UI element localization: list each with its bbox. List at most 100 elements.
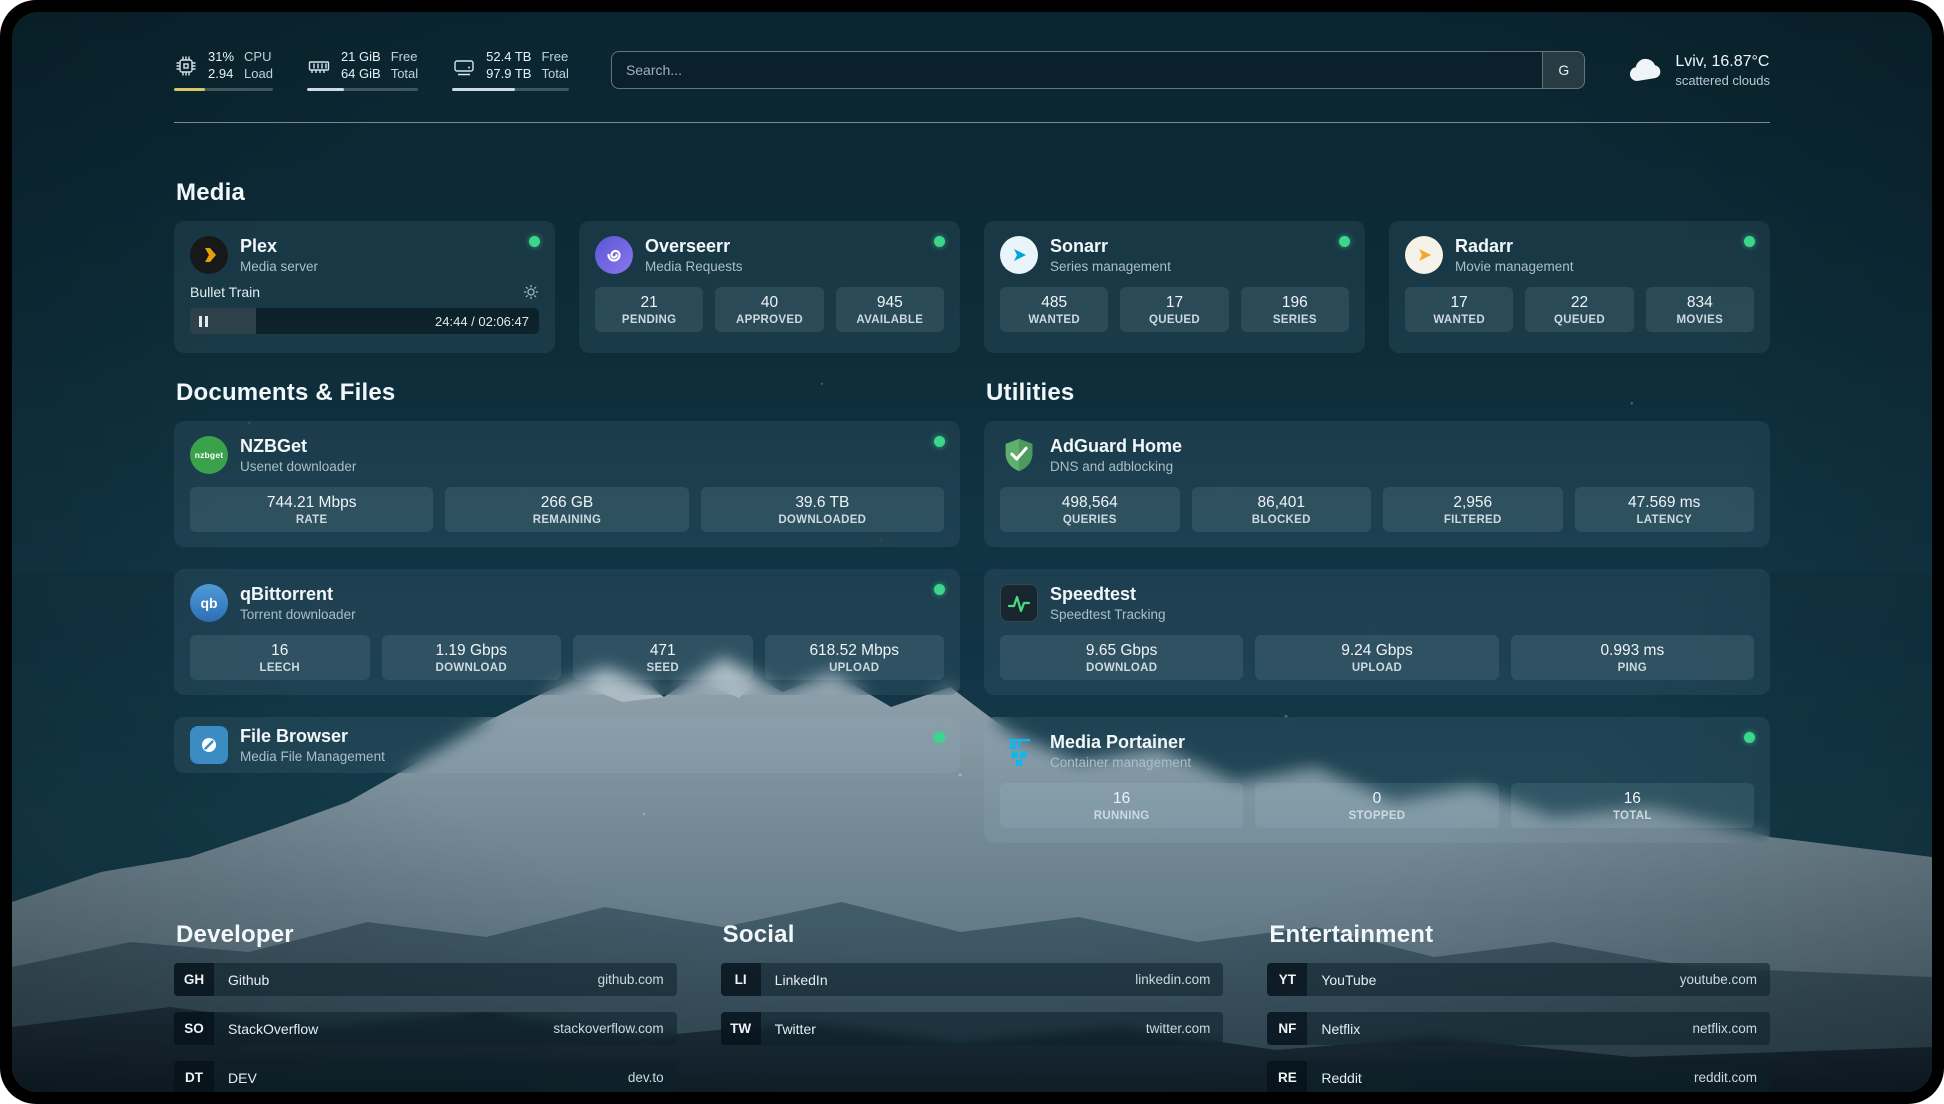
speedtest-subtitle: Speedtest Tracking (1050, 607, 1166, 622)
weather-location: Lviv, 16.87°C (1675, 53, 1770, 71)
section-entertainment: Entertainment YT YouTube youtube.com NF … (1267, 921, 1770, 1092)
weather-condition: scattered clouds (1675, 73, 1770, 88)
qbittorrent-subtitle: Torrent downloader (240, 607, 356, 622)
system-metrics: 31% 2.94 CPU Load (174, 49, 569, 92)
utilities-section-title: Utilities (986, 379, 1770, 407)
speedtest-card[interactable]: Speedtest Speedtest Tracking 9.65 Gbps D… (984, 569, 1770, 695)
adguard-title: AdGuard Home (1050, 436, 1182, 457)
pause-icon (199, 316, 208, 327)
disk-icon (452, 54, 476, 78)
plex-title: Plex (240, 236, 318, 257)
sonarr-title: Sonarr (1050, 236, 1171, 257)
sonarr-card[interactable]: Sonarr Series management 485 WANTED 17 Q… (984, 221, 1365, 353)
stat-value: 22 (1529, 294, 1629, 312)
link-name: Reddit (1307, 1070, 1361, 1086)
qbittorrent-card[interactable]: qb qBittorrent Torrent downloader 16 LEE… (174, 569, 960, 695)
stat-label: PENDING (599, 314, 699, 326)
gear-icon[interactable] (523, 284, 539, 300)
sonarr-icon (1000, 236, 1038, 274)
link-item[interactable]: SO StackOverflow stackoverflow.com (174, 1012, 677, 1045)
search-input[interactable] (612, 52, 1542, 88)
stat-value: 17 (1409, 294, 1509, 312)
dashboard-content: 31% 2.94 CPU Load (12, 12, 1932, 1092)
link-url: reddit.com (1694, 1070, 1770, 1085)
stat-value: 86,401 (1196, 494, 1368, 512)
radarr-card[interactable]: Radarr Movie management 17 WANTED 22 QUE… (1389, 221, 1770, 353)
stat-box: 0 STOPPED (1255, 783, 1498, 828)
stat-label: QUEUED (1124, 314, 1224, 326)
adguard-icon (1000, 436, 1038, 474)
top-bar: 31% 2.94 CPU Load (174, 42, 1770, 98)
now-playing-title: Bullet Train (190, 284, 260, 300)
link-url: linkedin.com (1135, 972, 1223, 987)
stat-label: QUEUED (1529, 314, 1629, 326)
stat-label: RUNNING (1004, 810, 1239, 822)
filebrowser-status-dot (934, 732, 945, 743)
section-media: Media Plex Media server (174, 179, 1770, 353)
stat-label: WANTED (1004, 314, 1104, 326)
stat-value: 266 GB (449, 494, 684, 512)
stat-box: 17 QUEUED (1120, 287, 1228, 332)
link-name: StackOverflow (214, 1021, 318, 1037)
stat-value: 196 (1245, 294, 1345, 312)
cpu-percent: 31% (208, 49, 234, 66)
plex-icon (190, 236, 228, 274)
radarr-icon (1405, 236, 1443, 274)
nzbget-icon: nzbget (190, 436, 228, 474)
section-utilities: Utilities AdGuard Home (984, 379, 1770, 865)
portainer-card[interactable]: Media Portainer Container management 16 … (984, 717, 1770, 843)
stat-label: FILTERED (1387, 514, 1559, 526)
nzbget-subtitle: Usenet downloader (240, 459, 356, 474)
link-url: twitter.com (1146, 1021, 1224, 1036)
sonarr-stats: 485 WANTED 17 QUEUED 196 SERIES (1000, 287, 1349, 332)
radarr-subtitle: Movie management (1455, 259, 1574, 274)
radarr-stats: 17 WANTED 22 QUEUED 834 MOVIES (1405, 287, 1754, 332)
link-item[interactable]: DT DEV dev.to (174, 1061, 677, 1092)
link-item[interactable]: YT YouTube youtube.com (1267, 963, 1770, 996)
stat-box: 21 PENDING (595, 287, 703, 332)
link-name: Twitter (761, 1021, 816, 1037)
stat-box: 86,401 BLOCKED (1192, 487, 1372, 532)
stat-box: 17 WANTED (1405, 287, 1513, 332)
cpu-label-1: CPU (244, 49, 273, 66)
stat-value: 618.52 Mbps (769, 642, 941, 660)
nzbget-icon-label: nzbget (195, 450, 224, 460)
stat-label: DOWNLOAD (386, 662, 558, 674)
stat-value: 0.993 ms (1515, 642, 1750, 660)
link-name: DEV (214, 1070, 257, 1086)
portainer-title: Media Portainer (1050, 732, 1191, 753)
adguard-card[interactable]: AdGuard Home DNS and adblocking 498,564 … (984, 421, 1770, 547)
stat-box: 22 QUEUED (1525, 287, 1633, 332)
link-item[interactable]: TW Twitter twitter.com (721, 1012, 1224, 1045)
window-frame: 31% 2.94 CPU Load (0, 0, 1944, 1104)
adguard-subtitle: DNS and adblocking (1050, 459, 1182, 474)
stat-value: 471 (577, 642, 749, 660)
link-abbr-icon: TW (721, 1012, 761, 1045)
overseerr-card[interactable]: Overseerr Media Requests 21 PENDING 40 A… (579, 221, 960, 353)
link-abbr-icon: DT (174, 1061, 214, 1092)
stat-box: 39.6 TB DOWNLOADED (701, 487, 944, 532)
disk-free-value: 52.4 TB (486, 49, 531, 66)
playback-progress-bar[interactable]: 24:44 / 02:06:47 (190, 308, 539, 334)
stat-box: 40 APPROVED (715, 287, 823, 332)
documents-section-title: Documents & Files (176, 379, 960, 407)
cpu-label-2: Load (244, 66, 273, 83)
cpu-metric: 31% 2.94 CPU Load (174, 49, 273, 92)
link-item[interactable]: GH Github github.com (174, 963, 677, 996)
cpu-icon (174, 54, 198, 78)
stat-label: BLOCKED (1196, 514, 1368, 526)
search-engine-button[interactable]: G (1542, 52, 1584, 88)
link-item[interactable]: RE Reddit reddit.com (1267, 1061, 1770, 1092)
ram-icon (307, 54, 331, 78)
nzbget-card[interactable]: nzbget NZBGet Usenet downloader 744.21 M… (174, 421, 960, 547)
stat-box: 2,956 FILTERED (1383, 487, 1563, 532)
link-item[interactable]: NF Netflix netflix.com (1267, 1012, 1770, 1045)
plex-card[interactable]: Plex Media server Bullet Train (174, 221, 555, 353)
disk-metric: 52.4 TB 97.9 TB Free Total (452, 49, 569, 92)
stat-box: 744.21 Mbps RATE (190, 487, 433, 532)
link-url: netflix.com (1692, 1021, 1770, 1036)
nzbget-title: NZBGet (240, 436, 356, 457)
link-name: LinkedIn (761, 972, 828, 988)
link-item[interactable]: LI LinkedIn linkedin.com (721, 963, 1224, 996)
filebrowser-card[interactable]: File Browser Media File Management (174, 717, 960, 773)
